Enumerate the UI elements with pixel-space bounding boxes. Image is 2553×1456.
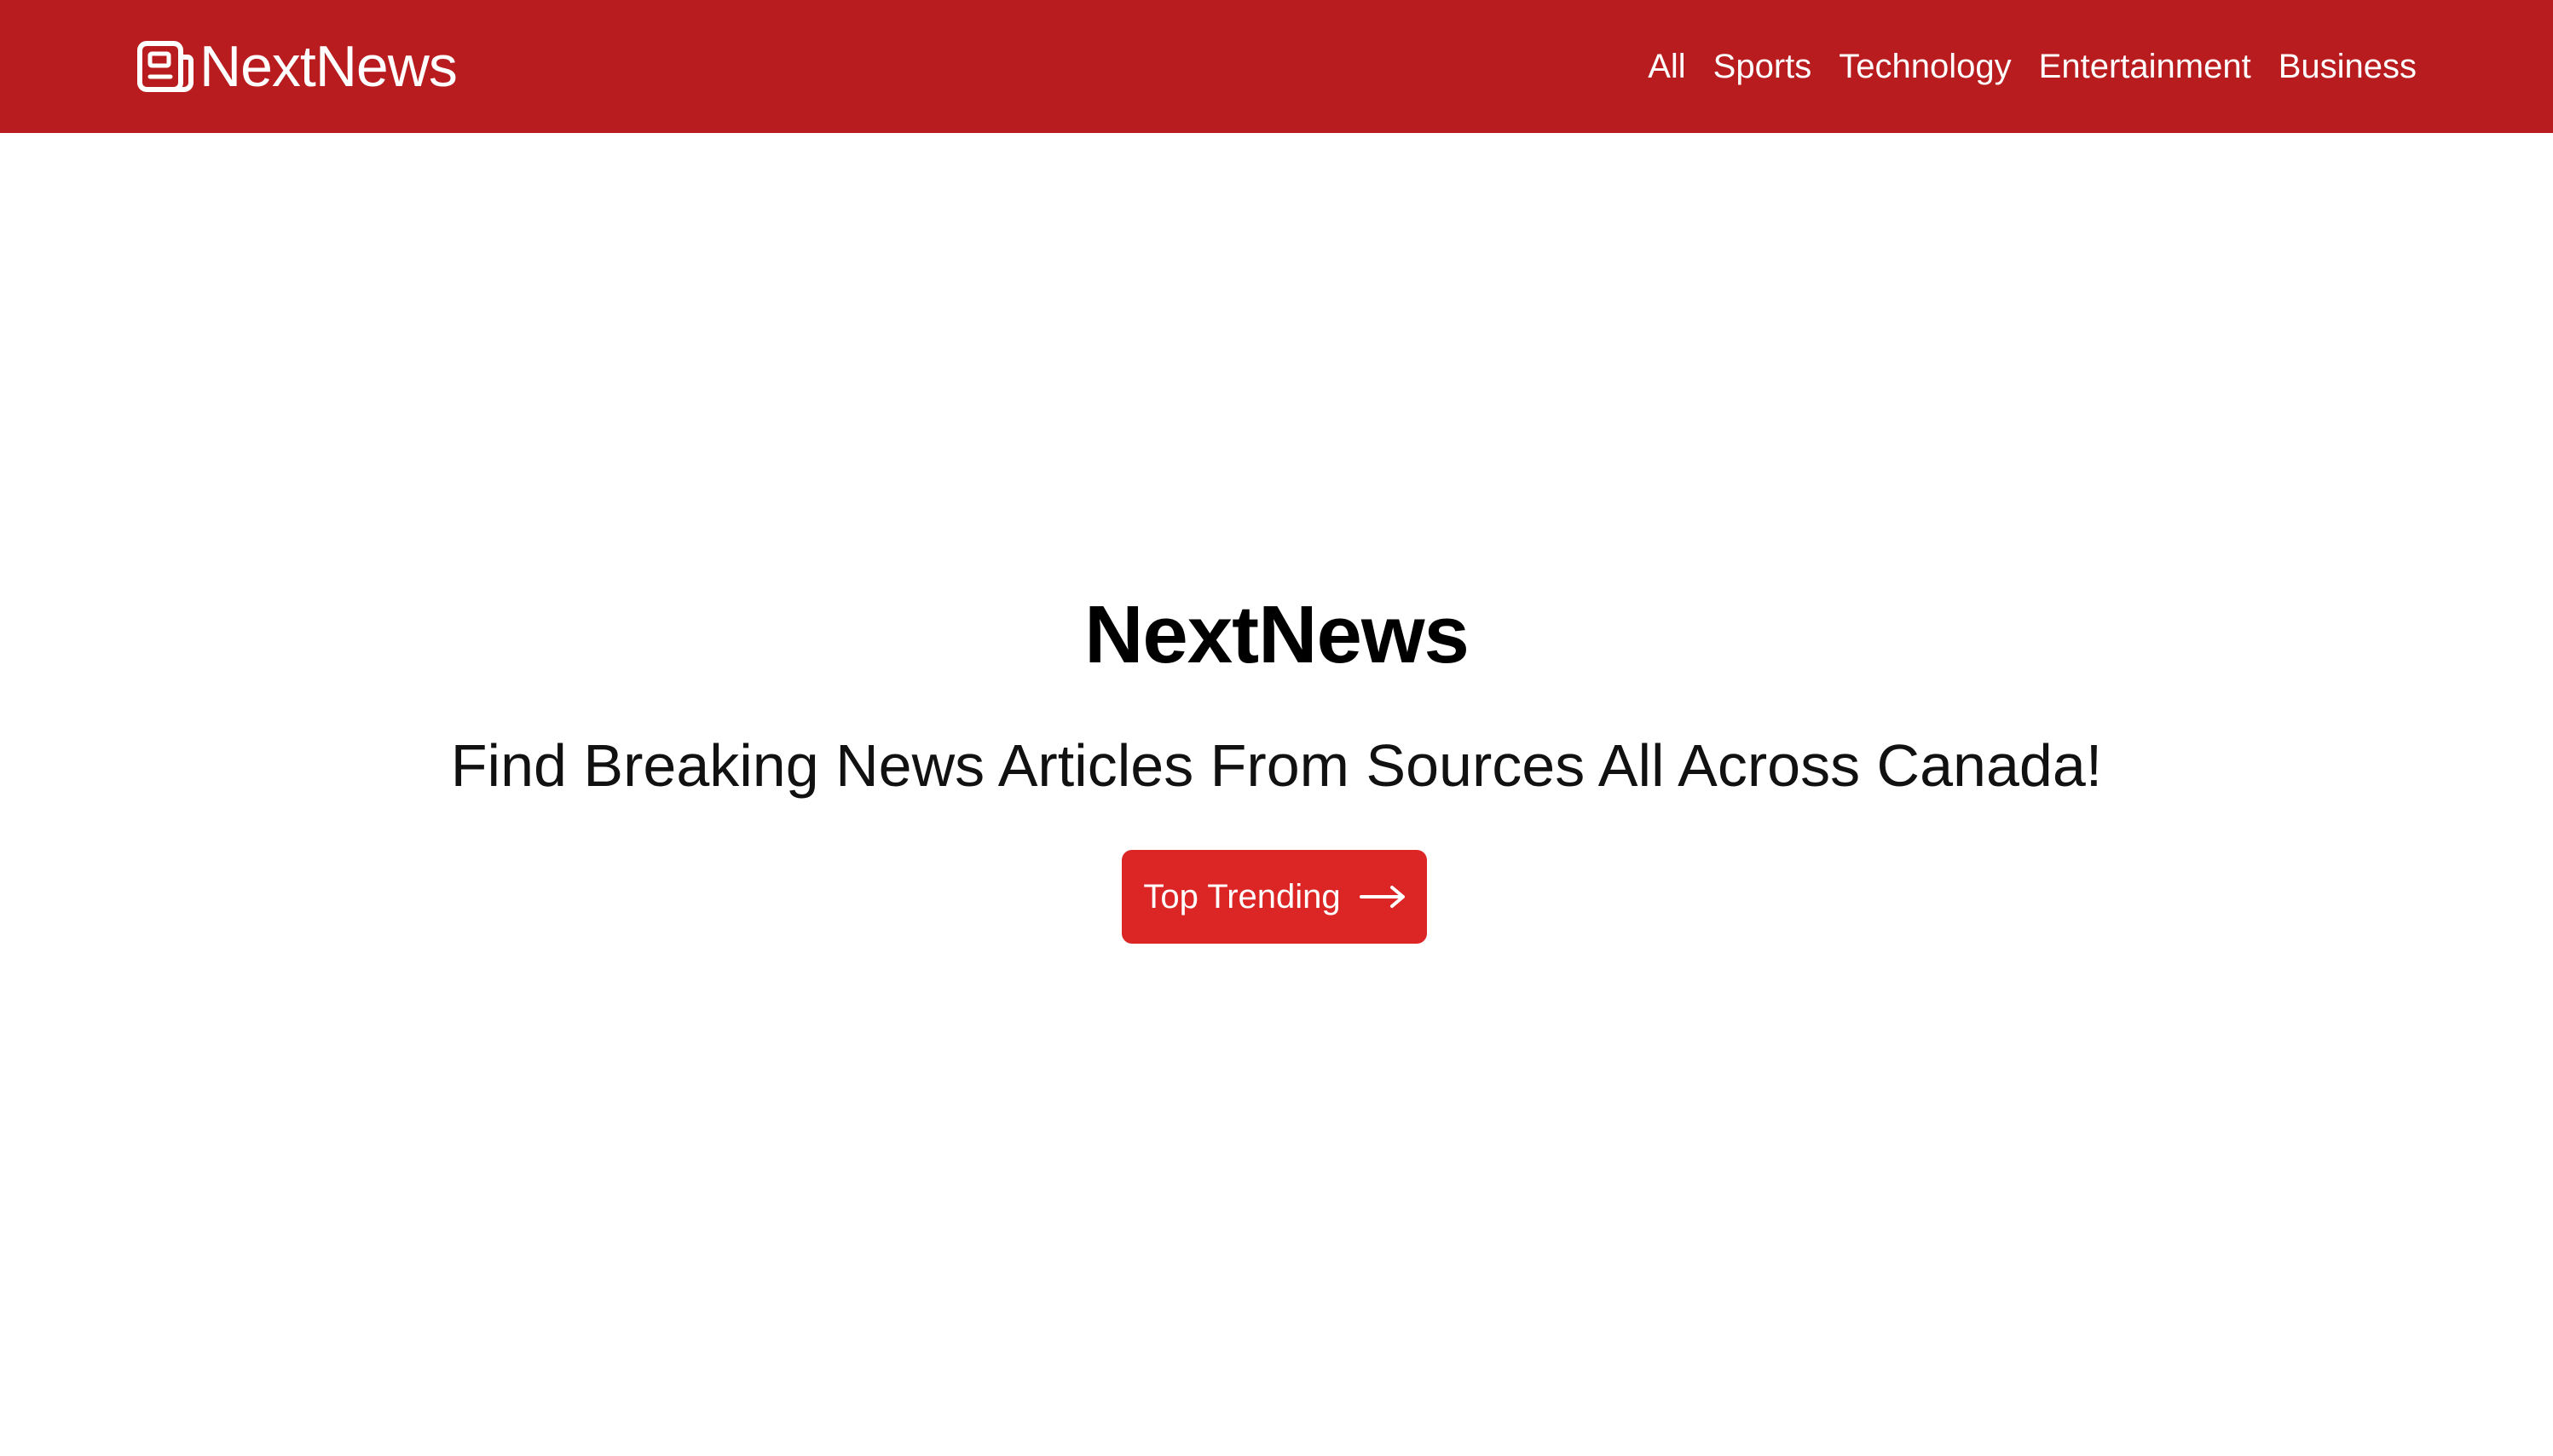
nav-link-sports[interactable]: Sports bbox=[1713, 49, 1812, 84]
nav-links: All Sports Technology Entertainment Busi… bbox=[1648, 0, 2417, 133]
arrow-right-icon bbox=[1359, 886, 1405, 908]
nav-link-business[interactable]: Business bbox=[2279, 49, 2417, 84]
brand-link[interactable]: NextNews bbox=[136, 0, 458, 133]
nav-link-entertainment[interactable]: Entertainment bbox=[2039, 49, 2251, 84]
newspaper-icon bbox=[137, 41, 193, 92]
top-trending-label: Top Trending bbox=[1143, 877, 1341, 916]
nav-link-all[interactable]: All bbox=[1648, 49, 1685, 84]
hero-subtitle: Find Breaking News Articles From Sources… bbox=[450, 732, 2103, 799]
hero-title: NextNews bbox=[1084, 589, 1470, 680]
brand-name: NextNews bbox=[199, 34, 458, 99]
top-trending-button[interactable]: Top Trending bbox=[1122, 850, 1427, 944]
hero-section: NextNews Find Breaking News Articles Fro… bbox=[0, 133, 2553, 1456]
nav-link-technology[interactable]: Technology bbox=[1839, 49, 2011, 84]
navbar: NextNews All Sports Technology Entertain… bbox=[0, 0, 2553, 133]
